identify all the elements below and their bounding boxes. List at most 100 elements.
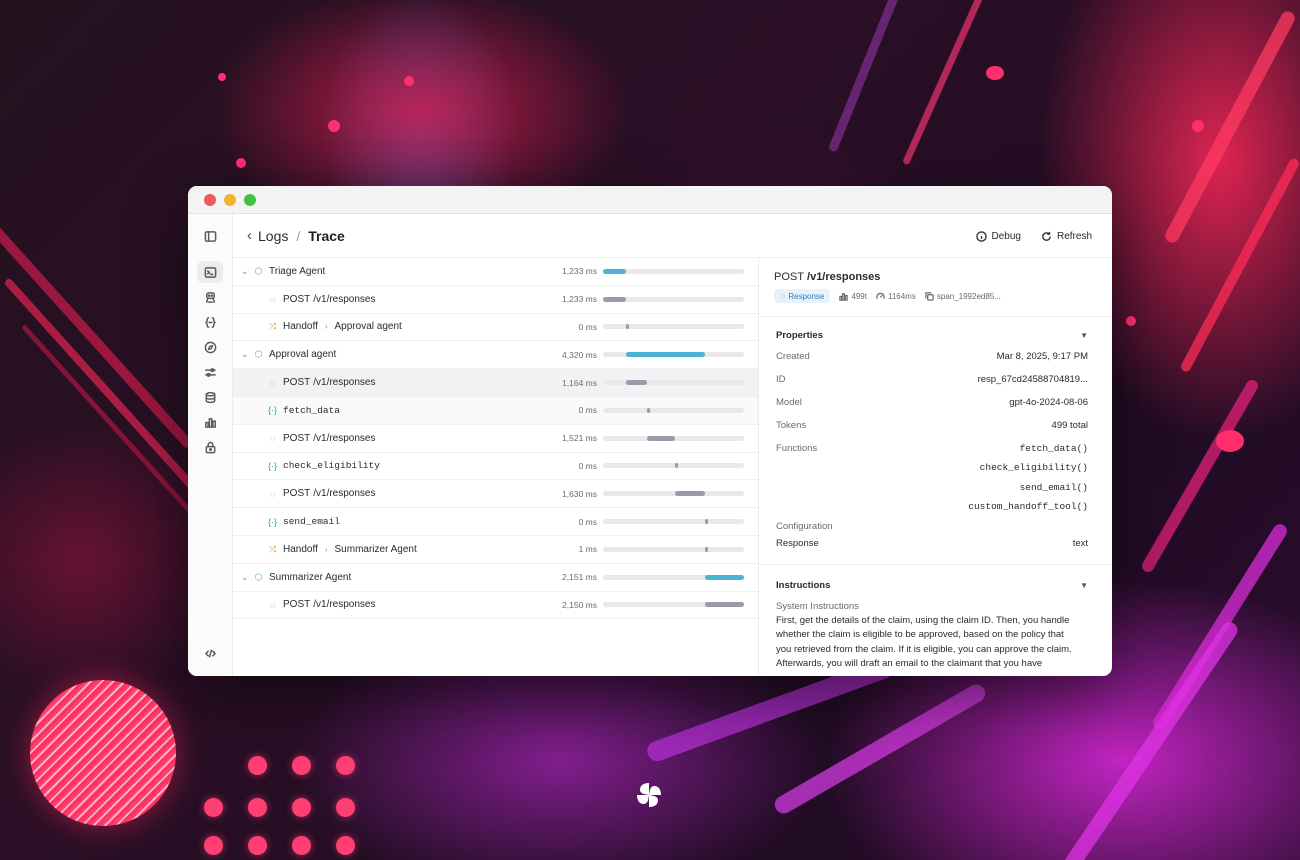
refresh-icon xyxy=(1042,231,1051,241)
minimize-window-button[interactable] xyxy=(224,193,236,206)
timeline-track xyxy=(603,268,744,274)
instructions-collapse-icon[interactable]: ▼ xyxy=(1080,581,1088,590)
trace-row-function[interactable]: {·} send_email 0 ms xyxy=(233,508,758,536)
latency-value: 1164ms xyxy=(887,291,916,301)
sliders-icon[interactable] xyxy=(197,361,223,383)
trace-row-request[interactable]: ◌ POST/v1/responses 1,164 ms xyxy=(233,369,758,397)
timeline-track xyxy=(603,435,744,441)
chat-bubble-icon: ◌ xyxy=(269,488,276,499)
response-badge: ◌ Response xyxy=(774,289,831,303)
id-label: ID xyxy=(776,374,786,385)
system-instructions-text: First, get the details of the claim, usi… xyxy=(776,614,1086,672)
trace-row-function[interactable]: {·} check_eligibility 0 ms xyxy=(233,453,758,481)
timeline-track xyxy=(603,380,744,386)
span-method: POST xyxy=(774,271,804,283)
trace-row-agent[interactable]: ⌄ ⬡ Summarizer Agent 2,151 ms xyxy=(233,564,758,592)
debug-button[interactable]: Debug xyxy=(975,230,1021,242)
timeline-bar xyxy=(626,380,647,386)
trace-row-handoff[interactable]: ⤨ Handoff › Approval agent 0 ms xyxy=(233,314,758,342)
function-name: check_eligibility xyxy=(283,460,380,472)
tokens-value: 499 total xyxy=(1051,420,1088,431)
duration: 1,164 ms xyxy=(562,377,597,388)
span-id[interactable]: span_1992ed85... xyxy=(925,292,1001,301)
trace-row-request[interactable]: ◌ POST/v1/responses 1,630 ms xyxy=(233,480,758,509)
trace-row-agent[interactable]: ⌄ ⬡ Triage Agent 1,233 ms xyxy=(233,258,758,286)
agent-name: Summarizer Agent xyxy=(269,571,352,583)
timeline-bar xyxy=(626,352,705,358)
duration: 0 ms xyxy=(578,516,597,527)
braces-icon[interactable] xyxy=(197,311,223,333)
trace-tree: ⌄ ⬡ Triage Agent 1,233 ms ◌ POST/v1/responses… xyxy=(233,258,759,676)
chat-bubble-icon: ◌ xyxy=(269,377,276,388)
close-window-button[interactable] xyxy=(204,193,216,206)
expand-chevron-icon[interactable]: ⌄ xyxy=(241,572,249,583)
timeline-track xyxy=(603,491,744,497)
model-label: Model xyxy=(776,397,802,408)
span-id-value: span_1992ed85... xyxy=(936,291,1001,301)
request-label: POST/v1/responses xyxy=(283,488,376,499)
bar-chart-icon[interactable] xyxy=(197,411,223,433)
trace-row-function[interactable]: {·} fetch_data 0 ms xyxy=(233,396,758,425)
request-path: /v1/responses xyxy=(313,488,376,500)
function-braces-icon: {·} xyxy=(267,460,277,471)
agent-cube-icon: ⬡ xyxy=(254,571,263,582)
trace-row-handoff[interactable]: ⤨ Handoff › Summarizer Agent 1 ms xyxy=(233,536,758,564)
chat-bubble-icon: ◌ xyxy=(269,294,276,305)
request-method: POST xyxy=(283,432,311,444)
handoff-label: Handoff › Summarizer Agent xyxy=(283,544,417,555)
terminal-icon[interactable] xyxy=(197,261,223,283)
handoff-to: Summarizer Agent xyxy=(334,543,417,555)
sidebar-toggle-icon[interactable] xyxy=(197,225,223,247)
debug-label: Debug xyxy=(991,230,1021,242)
timeline-track xyxy=(603,574,744,580)
code-icon[interactable] xyxy=(197,642,223,664)
request-path: /v1/responses xyxy=(313,599,376,611)
token-count-value: 499t xyxy=(851,291,867,301)
trace-row-agent[interactable]: ⌄ ⬡ Approval agent 4,320 ms xyxy=(233,341,758,370)
refresh-button[interactable]: Refresh xyxy=(1041,231,1092,242)
instruction-line: First, get the details of the claim, usi… xyxy=(776,615,1070,626)
configuration-label: Configuration xyxy=(776,521,833,532)
duration: 1,233 ms xyxy=(562,294,597,305)
icon-rail xyxy=(188,214,233,676)
response-format-value: text xyxy=(1072,538,1088,549)
request-path: /v1/responses xyxy=(313,293,376,305)
handoff-from: Handoff xyxy=(283,321,318,333)
model-value: gpt-4o-2024-08-06 xyxy=(1009,397,1088,408)
timeline-bar xyxy=(705,602,744,608)
info-icon xyxy=(975,230,987,242)
trace-row-request[interactable]: ◌ POST/v1/responses 1,521 ms xyxy=(233,425,758,453)
created-row: Created Mar 8, 2025, 9:17 PM xyxy=(776,351,1088,362)
response-format-label: Response xyxy=(776,538,819,549)
back-chevron-icon[interactable]: ‹ xyxy=(247,227,252,244)
bar-chart-icon xyxy=(839,292,849,301)
lock-icon[interactable] xyxy=(197,436,223,458)
zoom-window-button[interactable] xyxy=(244,193,256,206)
breadcrumb-logs-link[interactable]: Logs xyxy=(258,228,288,244)
request-label: POST/v1/responses xyxy=(283,433,376,444)
agent-icon[interactable] xyxy=(197,286,223,308)
database-icon[interactable] xyxy=(197,386,223,408)
timeline-track xyxy=(603,324,744,330)
properties-collapse-icon[interactable]: ▼ xyxy=(1080,331,1088,340)
trace-row-request[interactable]: ◌ POST/v1/responses 1,233 ms xyxy=(233,286,758,314)
trace-row-request[interactable]: ◌ POST/v1/responses 2,150 ms xyxy=(233,592,758,620)
timeline-bar xyxy=(675,491,705,497)
latency: 1164ms xyxy=(876,292,916,301)
function-braces-icon: {·} xyxy=(267,405,277,416)
compass-icon[interactable] xyxy=(197,336,223,358)
timeline-bar xyxy=(603,268,626,274)
timeline-track xyxy=(603,546,744,552)
copy-icon xyxy=(925,291,934,301)
expand-chevron-icon[interactable]: ⌄ xyxy=(241,349,249,360)
duration: 0 ms xyxy=(578,460,597,471)
breadcrumb: ‹ Logs / Trace xyxy=(247,227,345,244)
gauge-icon xyxy=(876,292,885,299)
instructions-section-title[interactable]: Instructions xyxy=(776,580,830,591)
handoff-to: Approval agent xyxy=(334,321,402,333)
brand-logo-icon xyxy=(637,783,661,807)
expand-chevron-icon[interactable]: ⌄ xyxy=(241,266,249,277)
timeline-track xyxy=(603,602,744,608)
properties-section-title[interactable]: Properties xyxy=(776,330,823,341)
instruction-line: Afterwards, you will draft an email to t… xyxy=(776,658,1043,670)
